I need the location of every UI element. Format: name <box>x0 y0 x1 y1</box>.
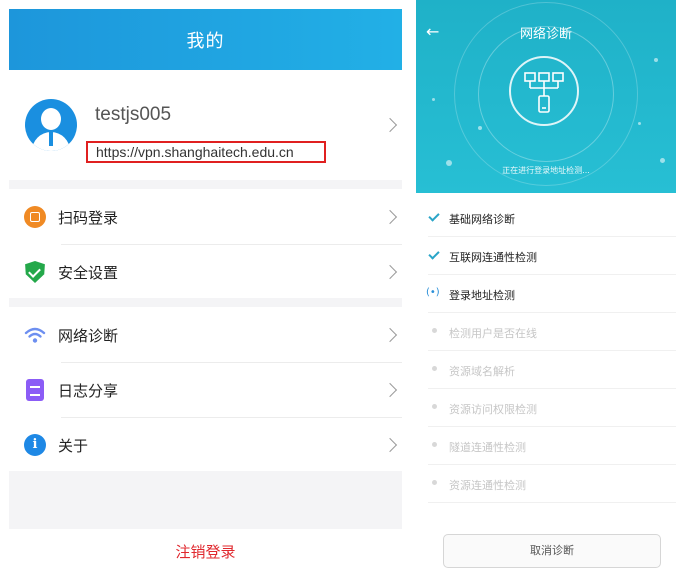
menu-item-label: 日志分享 <box>58 382 119 400</box>
profile-card[interactable]: testjs005 https://vpn.shanghaitech.edu.c… <box>9 70 402 180</box>
step-label: 隧道连通性检测 <box>449 441 526 454</box>
chevron-right-icon <box>382 264 398 280</box>
log-clipboard-icon <box>26 379 44 401</box>
logout-button[interactable]: 注销登录 <box>9 529 402 575</box>
menu-item-label: 关于 <box>58 437 89 455</box>
username: testjs005 <box>95 104 172 125</box>
diagnosis-step: 资源域名解析 <box>416 351 676 389</box>
diagnosis-step: 资源访问权限检测 <box>416 389 676 427</box>
check-icon <box>428 248 442 262</box>
in-progress-icon: (•) <box>426 287 440 298</box>
shield-icon <box>25 261 45 283</box>
page-header: 我的 <box>9 9 402 70</box>
chevron-right-icon <box>382 437 398 453</box>
diagnosis-header: ← 网络诊断 正在进行登录地址检测... <box>416 0 676 193</box>
menu-group-2: 网络诊断 日志分享 i 关于 <box>9 307 402 471</box>
chevron-right-icon <box>382 327 398 343</box>
avatar <box>25 99 77 151</box>
chevron-right-icon <box>382 117 398 133</box>
network-diagnosis-page: ← 网络诊断 正在进行登录地址检测... 基础网络诊断 互联网连通性检测 (•)… <box>416 0 676 575</box>
pending-dot-icon <box>428 324 442 338</box>
step-label: 资源连通性检测 <box>449 479 526 492</box>
chevron-right-icon <box>382 209 398 225</box>
diagnosis-step: (•) 登录地址检测 <box>416 275 676 313</box>
url-highlight-box: https://vpn.shanghaitech.edu.cn <box>86 141 326 163</box>
diagnosis-step: 互联网连通性检测 <box>416 237 676 275</box>
menu-item-label: 扫码登录 <box>58 209 119 227</box>
menu-item-label: 网络诊断 <box>58 327 119 345</box>
menu-group-1: 扫码登录 安全设置 <box>9 189 402 298</box>
check-icon <box>428 210 442 224</box>
chevron-right-icon <box>382 382 398 398</box>
server-url: https://vpn.shanghaitech.edu.cn <box>96 144 294 160</box>
diagnosis-status-text: 正在进行登录地址检测... <box>502 166 590 175</box>
menu-item-about[interactable]: i 关于 <box>9 417 402 472</box>
step-label: 互联网连通性检测 <box>449 251 537 264</box>
step-label: 资源访问权限检测 <box>449 403 537 416</box>
step-label: 资源域名解析 <box>449 365 515 378</box>
network-topology-icon <box>509 56 579 126</box>
menu-item-security[interactable]: 安全设置 <box>9 244 402 299</box>
pending-dot-icon <box>428 362 442 376</box>
step-label: 检测用户是否在线 <box>449 327 537 340</box>
step-label: 登录地址检测 <box>449 289 515 302</box>
logout-label: 注销登录 <box>175 543 236 561</box>
pending-dot-icon <box>428 400 442 414</box>
info-icon: i <box>24 434 46 456</box>
menu-item-label: 安全设置 <box>58 264 119 282</box>
pending-dot-icon <box>428 476 442 490</box>
qr-scan-icon <box>24 206 46 228</box>
diagnosis-step: 基础网络诊断 <box>416 199 676 237</box>
wifi-icon <box>24 324 46 346</box>
diagnosis-step: 隧道连通性检测 <box>416 427 676 465</box>
diagnosis-title: 网络诊断 <box>519 27 572 42</box>
menu-item-qr-login[interactable]: 扫码登录 <box>9 189 402 244</box>
my-page: 我的 testjs005 https://vpn.shanghaitech.ed… <box>9 9 402 575</box>
diagnosis-step-list: 基础网络诊断 互联网连通性检测 (•) 登录地址检测 检测用户是否在线 资源域名… <box>416 199 676 503</box>
menu-item-log-share[interactable]: 日志分享 <box>9 362 402 417</box>
diagnosis-step: 检测用户是否在线 <box>416 313 676 351</box>
diagnosis-step: 资源连通性检测 <box>416 465 676 503</box>
cancel-diagnosis-button[interactable]: 取消诊断 <box>443 534 661 568</box>
step-label: 基础网络诊断 <box>449 213 515 226</box>
menu-item-network-diagnosis[interactable]: 网络诊断 <box>9 307 402 362</box>
page-title: 我的 <box>186 30 225 52</box>
pending-dot-icon <box>428 438 442 452</box>
